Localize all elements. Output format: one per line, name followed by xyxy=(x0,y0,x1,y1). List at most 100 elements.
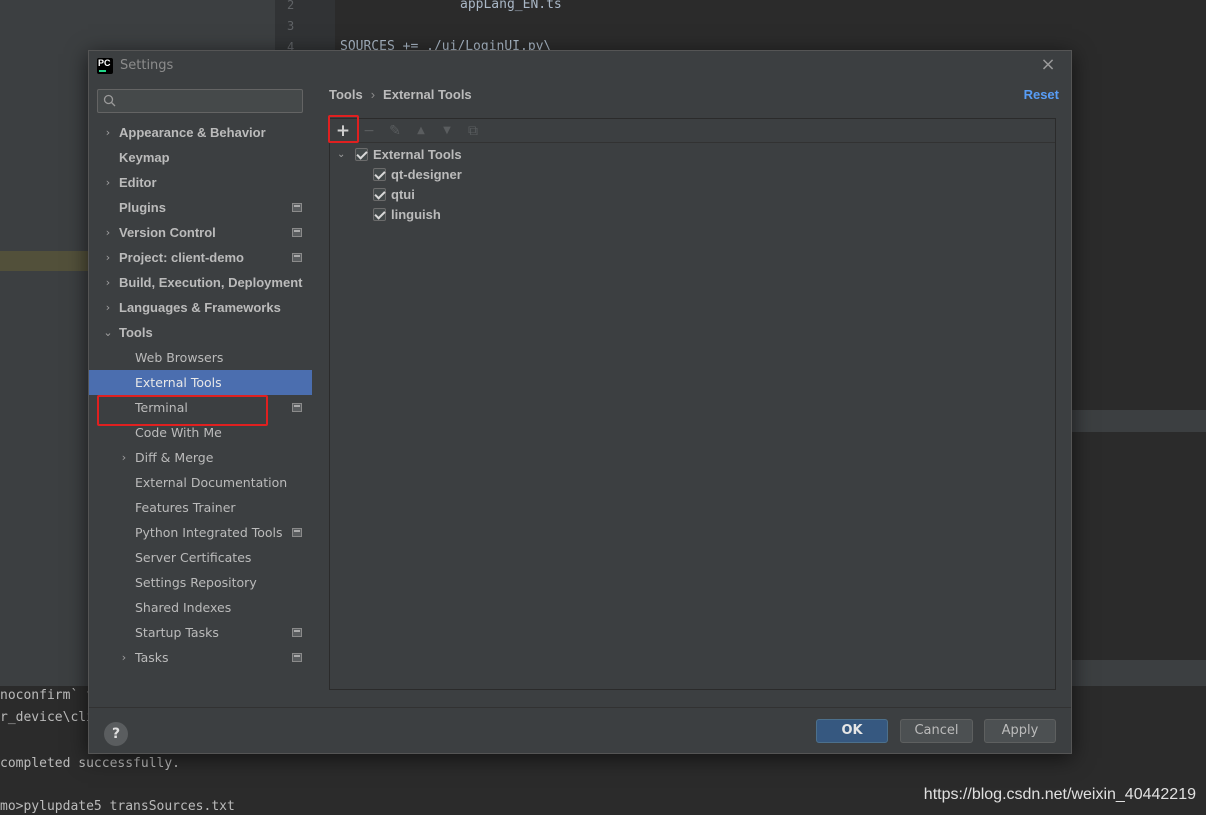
ide-right-strip xyxy=(1072,410,1206,432)
project-scope-icon xyxy=(292,628,302,637)
sidebar-item-label: Python Integrated Tools xyxy=(135,525,283,540)
sidebar-item-external-documentation[interactable]: External Documentation xyxy=(89,470,312,495)
ide-right-panel xyxy=(1072,50,1206,410)
sidebar-item-appearance[interactable]: › Appearance & Behavior xyxy=(89,120,312,145)
breadcrumb-parent[interactable]: Tools xyxy=(329,87,363,102)
sidebar-item-editor[interactable]: › Editor xyxy=(89,170,312,195)
dialog-title: Settings xyxy=(120,58,174,73)
chevron-right-icon[interactable]: › xyxy=(118,645,130,670)
sidebar-item-label: Settings Repository xyxy=(135,575,257,590)
tool-group-label: External Tools xyxy=(373,147,462,162)
group-checkbox[interactable] xyxy=(355,148,368,161)
sidebar-item-startup-tasks[interactable]: Startup Tasks xyxy=(89,620,312,645)
sidebar-item-features-trainer[interactable]: Features Trainer xyxy=(89,495,312,520)
tool-checkbox[interactable] xyxy=(373,168,386,181)
sidebar-item-web-browsers[interactable]: Web Browsers xyxy=(89,345,312,370)
project-scope-icon xyxy=(292,203,302,212)
chevron-right-icon[interactable]: › xyxy=(102,270,114,295)
edit-icon[interactable]: ✎ xyxy=(385,121,405,141)
sidebar-item-tasks[interactable]: › Tasks xyxy=(89,645,312,670)
sidebar-item-label: Terminal xyxy=(135,400,188,415)
sidebar-item-label: Tasks xyxy=(135,650,169,665)
sidebar-item-label: External Tools xyxy=(135,375,222,390)
chevron-right-icon[interactable]: › xyxy=(102,120,114,145)
settings-dialog: Settings × › Appearance & Behavior Keyma… xyxy=(88,50,1072,754)
tool-label: qt-designer xyxy=(391,167,462,182)
project-scope-icon xyxy=(292,528,302,537)
project-scope-icon xyxy=(292,228,302,237)
cancel-button[interactable]: Cancel xyxy=(900,719,973,743)
sidebar-item-label: Web Browsers xyxy=(135,350,224,365)
ide-line-gutter: 2 3 4 xyxy=(275,0,335,54)
sidebar-item-label: Tools xyxy=(119,325,153,340)
sidebar-item-label: Shared Indexes xyxy=(135,600,232,615)
tool-row[interactable]: qt-designer xyxy=(330,165,1055,185)
tool-row[interactable]: qtui xyxy=(330,185,1055,205)
chevron-down-icon[interactable]: ⌄ xyxy=(102,320,114,345)
external-tools-tree: ⌄ External Tools qt-designer qtui lingui… xyxy=(330,145,1055,225)
sidebar-item-diff-merge[interactable]: › Diff & Merge xyxy=(89,445,312,470)
sidebar-item-build[interactable]: › Build, Execution, Deployment xyxy=(89,270,312,295)
sidebar-item-label: Appearance & Behavior xyxy=(119,125,266,140)
chevron-right-icon[interactable]: › xyxy=(102,245,114,270)
sidebar-item-code-with-me[interactable]: Code With Me xyxy=(89,420,312,445)
sidebar-item-label: Features Trainer xyxy=(135,500,236,515)
dialog-titlebar[interactable]: Settings × xyxy=(89,51,1071,79)
sidebar-item-project[interactable]: › Project: client-demo xyxy=(89,245,312,270)
chevron-down-icon[interactable]: ⌄ xyxy=(337,145,345,165)
chevron-right-icon[interactable]: › xyxy=(102,220,114,245)
sidebar-item-label: Startup Tasks xyxy=(135,625,219,640)
settings-search-box[interactable] xyxy=(97,89,303,113)
chevron-right-icon[interactable]: › xyxy=(118,445,130,470)
copy-icon[interactable]: ⧉ xyxy=(463,121,483,141)
terminal-line: noconfirm` f xyxy=(0,688,94,703)
sidebar-item-plugins[interactable]: Plugins xyxy=(89,195,312,220)
breadcrumb-separator: › xyxy=(370,87,376,102)
search-input[interactable] xyxy=(122,92,298,110)
dialog-footer: ? OK Cancel Apply xyxy=(89,707,1071,753)
tool-label: linguish xyxy=(391,207,441,222)
external-tools-panel: + − ✎ ▲ ▼ ⧉ ⌄ External Tools qt-designer xyxy=(328,115,1056,690)
chevron-right-icon[interactable]: › xyxy=(102,295,114,320)
help-button[interactable]: ? xyxy=(104,722,128,746)
tool-row[interactable]: linguish xyxy=(330,205,1055,225)
chevron-right-icon[interactable]: › xyxy=(102,170,114,195)
sidebar-item-python-integrated-tools[interactable]: Python Integrated Tools xyxy=(89,520,312,545)
sidebar-item-label: External Documentation xyxy=(135,475,288,490)
apply-button[interactable]: Apply xyxy=(984,719,1056,743)
watermark-url: https://blog.csdn.net/weixin_40442219 xyxy=(923,786,1196,803)
project-scope-icon xyxy=(292,403,302,412)
sidebar-item-label: Project: client-demo xyxy=(119,250,244,265)
sidebar-item-label: Editor xyxy=(119,175,157,190)
search-icon xyxy=(103,94,116,107)
move-up-icon[interactable]: ▲ xyxy=(411,121,431,141)
breadcrumb-current: External Tools xyxy=(383,87,472,102)
sidebar-item-settings-repository[interactable]: Settings Repository xyxy=(89,570,312,595)
project-scope-icon xyxy=(292,653,302,662)
reset-link[interactable]: Reset xyxy=(1024,87,1059,102)
ok-button[interactable]: OK xyxy=(816,719,888,743)
project-scope-icon xyxy=(292,253,302,262)
sidebar-item-label: Plugins xyxy=(119,200,166,215)
sidebar-item-tools[interactable]: ⌄ Tools xyxy=(89,320,312,345)
sidebar-item-keymap[interactable]: Keymap xyxy=(89,145,312,170)
tool-group-row[interactable]: ⌄ External Tools xyxy=(330,145,1055,165)
terminal-line: completed successfully. xyxy=(0,756,181,771)
add-button[interactable]: + xyxy=(333,121,353,141)
sidebar-item-server-certificates[interactable]: Server Certificates xyxy=(89,545,312,570)
tool-checkbox[interactable] xyxy=(373,188,386,201)
sidebar-item-label: Diff & Merge xyxy=(135,450,214,465)
move-down-icon[interactable]: ▼ xyxy=(437,121,457,141)
sidebar-item-languages[interactable]: › Languages & Frameworks xyxy=(89,295,312,320)
tool-checkbox[interactable] xyxy=(373,208,386,221)
remove-button[interactable]: − xyxy=(359,121,379,141)
sidebar-item-label: Version Control xyxy=(119,225,216,240)
sidebar-item-terminal[interactable]: Terminal xyxy=(89,395,312,420)
sidebar-item-version-control[interactable]: › Version Control xyxy=(89,220,312,245)
sidebar-item-shared-indexes[interactable]: Shared Indexes xyxy=(89,595,312,620)
sidebar-item-external-tools[interactable]: External Tools xyxy=(89,370,312,395)
ide-highlight-row xyxy=(0,251,90,271)
close-button[interactable]: × xyxy=(1039,56,1057,74)
sidebar-item-label: Server Certificates xyxy=(135,550,252,565)
ide-code-editor[interactable]: appLang_EN.ts SOURCES += ./ui/LoginUI.py… xyxy=(335,0,1206,54)
